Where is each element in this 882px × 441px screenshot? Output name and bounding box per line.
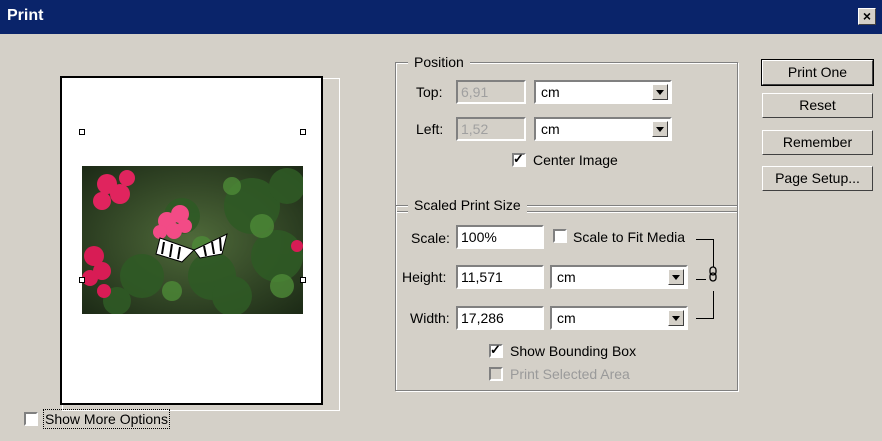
- window-title: Print: [7, 7, 44, 24]
- remember-button[interactable]: Remember: [762, 130, 873, 155]
- height-label: Height:: [402, 269, 447, 285]
- height-unit-value: cm: [557, 269, 576, 285]
- page-setup-button[interactable]: Page Setup...: [762, 166, 873, 191]
- bbox-handle-bottom-left[interactable]: [79, 277, 85, 283]
- center-image-checkbox[interactable]: ✓: [512, 151, 526, 167]
- show-more-options-label[interactable]: Show More Options: [43, 409, 170, 429]
- check-icon: ✓: [513, 151, 524, 166]
- top-input[interactable]: 6,91: [456, 80, 526, 104]
- left-label: Left:: [416, 121, 444, 137]
- chevron-down-icon: [668, 269, 684, 285]
- preview-image[interactable]: [82, 166, 303, 314]
- height-input[interactable]: 11,571: [456, 265, 544, 289]
- print-dialog: Position Top: 6,91 cm Left: 1,52 cm ✓ Ce…: [0, 34, 882, 441]
- show-bounding-box-label[interactable]: Show Bounding Box: [510, 342, 636, 360]
- chevron-down-icon: [652, 121, 668, 137]
- top-unit-select[interactable]: cm: [534, 80, 672, 104]
- center-image-label[interactable]: Center Image: [533, 151, 618, 169]
- width-input[interactable]: 17,286: [456, 306, 544, 330]
- chevron-down-icon: [652, 84, 668, 100]
- position-legend: Position: [408, 53, 470, 71]
- check-icon: ✓: [490, 342, 501, 357]
- width-unit-value: cm: [557, 310, 576, 326]
- width-unit-select[interactable]: cm: [550, 306, 688, 330]
- top-label: Top:: [416, 84, 443, 100]
- chevron-down-icon: [668, 310, 684, 326]
- bbox-handle-top-right[interactable]: [300, 129, 306, 135]
- scale-to-fit-media-label[interactable]: Scale to Fit Media: [573, 228, 685, 246]
- scale-label: Scale:: [411, 230, 450, 246]
- close-button[interactable]: ×: [858, 8, 876, 25]
- scale-input[interactable]: 100%: [456, 225, 544, 249]
- left-unit-value: cm: [541, 121, 560, 137]
- scale-to-fit-media-checkbox[interactable]: [553, 229, 567, 243]
- print-one-button[interactable]: Print One: [761, 59, 874, 86]
- print-selected-area-label: Print Selected Area: [510, 366, 630, 382]
- bbox-handle-bottom-right[interactable]: [300, 277, 306, 283]
- print-selected-area-checkbox: [489, 367, 503, 381]
- show-more-options-checkbox[interactable]: [24, 412, 38, 426]
- chain-link-icon[interactable]: [707, 266, 719, 282]
- bbox-handle-top-left[interactable]: [79, 129, 85, 135]
- left-input[interactable]: 1,52: [456, 117, 526, 141]
- left-unit-select[interactable]: cm: [534, 117, 672, 141]
- show-bounding-box-checkbox[interactable]: ✓: [489, 342, 503, 358]
- reset-button[interactable]: Reset: [762, 93, 873, 118]
- height-unit-select[interactable]: cm: [550, 265, 688, 289]
- close-icon: ×: [862, 8, 872, 24]
- width-label: Width:: [410, 310, 450, 326]
- top-unit-value: cm: [541, 84, 560, 100]
- title-bar: Print ×: [0, 0, 882, 34]
- scaled-print-size-legend: Scaled Print Size: [408, 196, 527, 214]
- butterfly-photo: [82, 166, 303, 314]
